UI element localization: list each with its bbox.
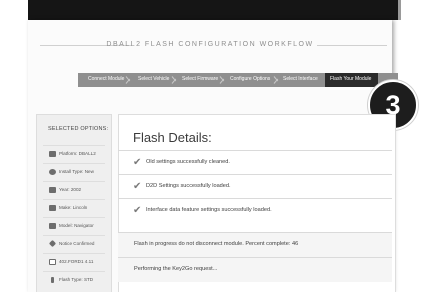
step-separator [172, 73, 178, 87]
step-configure-options[interactable]: Configure Options [230, 76, 270, 82]
sidebar-item-label: Model: Navigator [59, 223, 94, 228]
sidebar-item-label: Install Type: New [59, 169, 94, 174]
checkmark-icon: ✔ [133, 157, 142, 168]
sidebar-item-label: 402.FORD1 4.11 [59, 259, 94, 264]
sidebar-item-install-type: Install Type: New [43, 163, 105, 181]
app-window: DBALL2 FLASH CONFIGURATION WORKFLOW Conn… [0, 0, 425, 292]
step-select-vehicle[interactable]: Select Vehicle [138, 76, 169, 82]
sidebar-item-firmware: 402.FORD1 4.11 [43, 253, 105, 271]
flash-message-text: D2D Settings successfully loaded. [146, 183, 231, 189]
diamond-icon [48, 239, 57, 248]
flash-message-text: Old settings successfully cleaned. [146, 159, 230, 165]
step-separator [274, 73, 280, 87]
workflow-title: DBALL2 FLASH CONFIGURATION WORKFLOW [106, 41, 314, 48]
step-separator [220, 73, 226, 87]
flash-message-text: Interface data feature settings successf… [146, 207, 272, 213]
flash-progress-text: Flash in progress do not disconnect modu… [134, 241, 299, 247]
checkmark-icon: ✔ [133, 181, 142, 192]
sidebar-item-label: Notice Confirmed [59, 241, 95, 246]
flash-message-row: Performing the Key2Go request... [118, 257, 392, 282]
step-flash-your-module[interactable]: Flash Your Module [330, 76, 371, 82]
step-select-firmware[interactable]: Select Firmware [182, 76, 218, 82]
sidebar-item-label: Year: 2002 [59, 187, 82, 192]
flash-details-title: Flash Details: [133, 130, 212, 145]
sidebar-item-notice: Notice Confirmed [43, 235, 105, 253]
sidebar-item-label: Make: Lincoln [59, 205, 88, 210]
step-select-interface[interactable]: Select Interface [283, 76, 318, 82]
car-icon [49, 205, 56, 211]
gear-icon [49, 169, 56, 175]
top-bar [28, 0, 401, 20]
car-icon [49, 223, 56, 229]
sidebar-item-flash-type: Flash Type: STD [43, 271, 105, 289]
chip-icon [49, 259, 56, 265]
flash-progress-row: Flash in progress do not disconnect modu… [118, 232, 392, 257]
step-connect-module[interactable]: Connect Module [88, 76, 124, 82]
selected-options-heading: SELECTED OPTIONS: [48, 126, 109, 132]
step-separator [126, 73, 132, 87]
checkmark-icon: ✔ [133, 205, 142, 216]
sidebar-item-platform: Platform: DBALL2 [43, 145, 105, 163]
sidebar-item-label: Platform: DBALL2 [59, 151, 96, 156]
sidebar-item-make: Make: Lincoln [43, 199, 105, 217]
puzzle-icon [49, 151, 56, 157]
flash-message-text: Performing the Key2Go request... [134, 266, 218, 272]
flash-message-row: ✔ Interface data feature settings succes… [118, 198, 392, 223]
sidebar-item-label: Flash Type: STD [59, 277, 94, 282]
car-icon [49, 187, 56, 193]
sidebar-item-year: Year: 2002 [43, 181, 105, 199]
flash-message-row: ✔ D2D Settings successfully loaded. [118, 174, 392, 199]
flash-icon [51, 277, 54, 283]
flash-message-row: ✔ Old settings successfully cleaned. [118, 150, 392, 175]
sidebar-item-model: Model: Navigator [43, 217, 105, 235]
